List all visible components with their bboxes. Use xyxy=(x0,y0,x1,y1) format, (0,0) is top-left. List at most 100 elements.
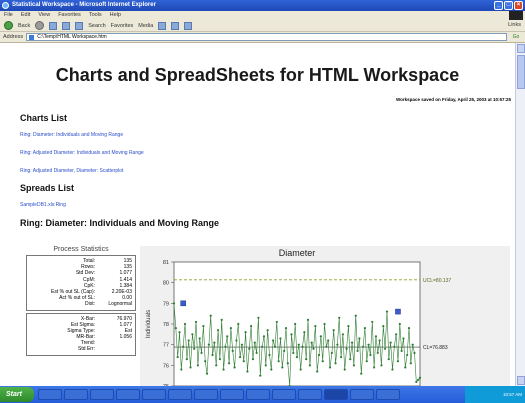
taskbar-item[interactable] xyxy=(220,389,244,400)
taskbar-item[interactable] xyxy=(194,389,218,400)
data-point xyxy=(325,345,328,348)
menu-help[interactable]: Help xyxy=(110,11,121,20)
window-title: Statistical Workspace - Microsoft Intern… xyxy=(12,2,156,8)
menu-tools[interactable]: Tools xyxy=(89,11,102,20)
close-button[interactable]: × xyxy=(514,1,523,10)
taskbar-item[interactable] xyxy=(350,389,374,400)
stat-row: Std Err: xyxy=(30,346,132,352)
window-controls: _ □ × xyxy=(494,1,523,10)
data-point xyxy=(281,366,284,369)
taskbar-item[interactable] xyxy=(142,389,166,400)
data-point xyxy=(330,351,333,355)
history-icon[interactable] xyxy=(158,21,167,30)
window-title-bar: Statistical Workspace - Microsoft Intern… xyxy=(0,0,525,11)
data-point xyxy=(231,349,234,352)
data-point xyxy=(415,380,418,383)
data-point xyxy=(200,351,203,355)
data-point xyxy=(314,324,317,328)
diameter-chart: DiameterIndividuals75767778798081UCL=80.… xyxy=(140,246,510,386)
vertical-scrollbar[interactable] xyxy=(515,43,525,386)
taskbar-item[interactable] xyxy=(324,389,348,400)
data-point xyxy=(259,374,262,377)
data-point xyxy=(211,353,214,357)
data-point xyxy=(361,345,365,348)
maximize-button[interactable]: □ xyxy=(504,1,513,10)
data-point xyxy=(382,324,385,328)
data-point xyxy=(196,364,199,367)
data-point xyxy=(248,347,251,350)
data-point xyxy=(360,372,363,375)
menu-favorites[interactable]: Favorites xyxy=(58,11,81,20)
data-point xyxy=(376,351,379,355)
marked-point xyxy=(395,308,401,315)
data-point xyxy=(398,322,401,326)
back-icon[interactable] xyxy=(4,21,13,30)
favorites-button[interactable]: Favorites xyxy=(111,23,134,29)
taskbar-item[interactable] xyxy=(90,389,114,400)
ucl-label: UCL=80.137 xyxy=(423,278,451,284)
cl-label: CL=76.883 xyxy=(423,345,448,351)
forward-icon[interactable] xyxy=(35,21,45,30)
chart-link-2[interactable]: Ring: Adjusted Diameter: Individuals and… xyxy=(20,150,144,156)
data-point xyxy=(306,318,310,321)
data-point xyxy=(396,360,400,363)
data-point xyxy=(404,366,407,369)
saved-note: Workspace saved on Friday, April 25, 200… xyxy=(396,97,511,102)
data-point xyxy=(270,368,273,371)
data-point xyxy=(257,316,260,319)
chart-link-1[interactable]: Ring: Diameter: Individuals and Moving R… xyxy=(20,132,123,138)
back-button[interactable]: Back xyxy=(18,23,30,29)
stop-icon[interactable] xyxy=(49,21,58,30)
address-input[interactable]: C:\Temp\HTML Workspace.htm xyxy=(26,33,507,41)
data-point xyxy=(277,360,280,363)
minimize-button[interactable]: _ xyxy=(494,1,503,10)
data-point xyxy=(187,339,190,342)
data-point xyxy=(205,372,209,375)
taskbar-item[interactable] xyxy=(246,389,270,400)
media-button[interactable]: Media xyxy=(138,23,153,29)
chart-link-3[interactable]: Ring: Adjusted Diameter, Diameter: Scatt… xyxy=(20,168,123,174)
scroll-thumb[interactable] xyxy=(517,55,525,89)
taskbar-item[interactable] xyxy=(272,389,296,400)
scroll-up-button[interactable] xyxy=(517,44,525,53)
data-point xyxy=(365,360,368,363)
refresh-icon[interactable] xyxy=(62,21,71,30)
home-icon[interactable] xyxy=(75,21,84,30)
start-button[interactable]: Start xyxy=(0,387,34,402)
stat-value: Lognormal xyxy=(108,301,132,308)
print-icon[interactable] xyxy=(184,21,193,30)
data-point xyxy=(218,358,221,361)
mail-icon[interactable] xyxy=(171,21,180,30)
scroll-down-button[interactable] xyxy=(517,376,525,385)
data-point xyxy=(363,327,367,330)
data-point xyxy=(352,364,356,367)
data-point xyxy=(238,355,242,359)
data-point xyxy=(310,341,313,344)
links-button[interactable]: Links xyxy=(508,22,521,28)
taskbar-item[interactable] xyxy=(116,389,140,400)
section-heading: Ring: Diameter: Individuals and Moving R… xyxy=(20,218,220,228)
data-point xyxy=(229,327,233,330)
search-button[interactable]: Search xyxy=(88,23,105,29)
data-point xyxy=(222,368,225,371)
go-button[interactable]: Go xyxy=(507,34,525,40)
data-point xyxy=(384,347,387,350)
data-point xyxy=(303,331,306,334)
taskbar-item[interactable] xyxy=(64,389,88,400)
taskbar-item[interactable] xyxy=(376,389,400,400)
spread-link-1[interactable]: SampleDB1.xls:Ring xyxy=(20,202,66,208)
taskbar-items xyxy=(38,389,400,400)
taskbar-item[interactable] xyxy=(168,389,192,400)
marked-point xyxy=(180,300,186,307)
data-point xyxy=(321,360,324,363)
taskbar-item[interactable] xyxy=(298,389,322,400)
data-point xyxy=(202,324,205,328)
y-tick-label: 80 xyxy=(163,281,169,287)
menu-edit[interactable]: Edit xyxy=(21,11,30,20)
taskbar-item[interactable] xyxy=(38,389,62,400)
data-point xyxy=(204,360,207,363)
data-point xyxy=(295,355,299,359)
data-point xyxy=(328,366,332,369)
menu-view[interactable]: View xyxy=(38,11,50,20)
menu-file[interactable]: File xyxy=(4,11,13,20)
